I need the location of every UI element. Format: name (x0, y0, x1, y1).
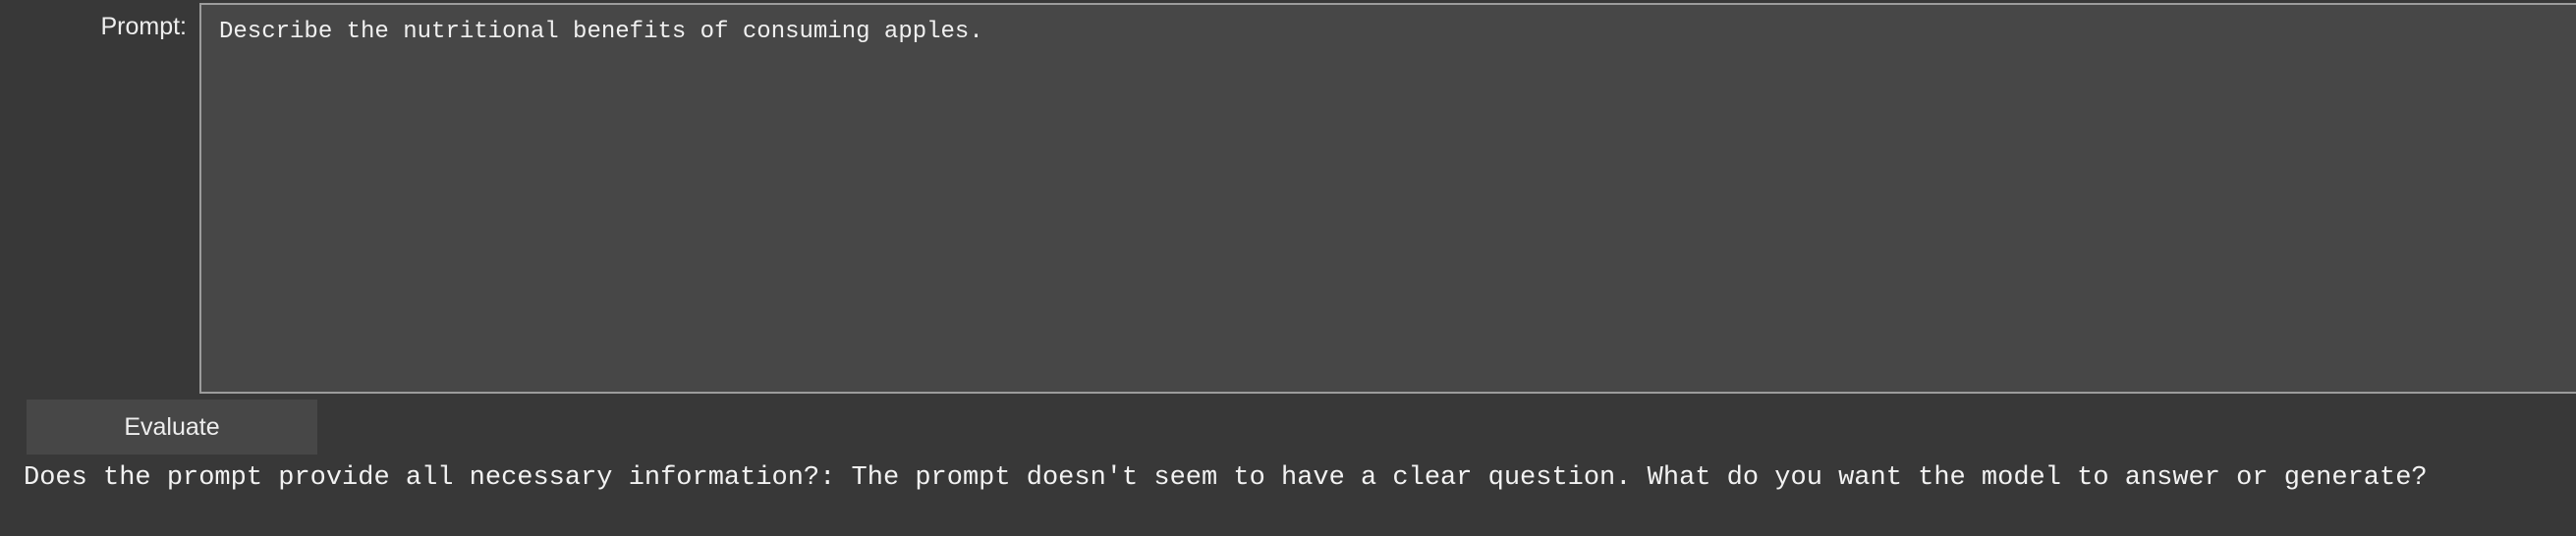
prompt-textarea[interactable]: Describe the nutritional benefits of con… (199, 3, 2576, 394)
evaluator-panel: Prompt: Describe the nutritional benefit… (0, 0, 2576, 536)
evaluate-button[interactable]: Evaluate (27, 400, 317, 455)
prompt-label: Prompt: (100, 13, 187, 40)
evaluation-result-text: Does the prompt provide all necessary in… (24, 463, 2428, 493)
